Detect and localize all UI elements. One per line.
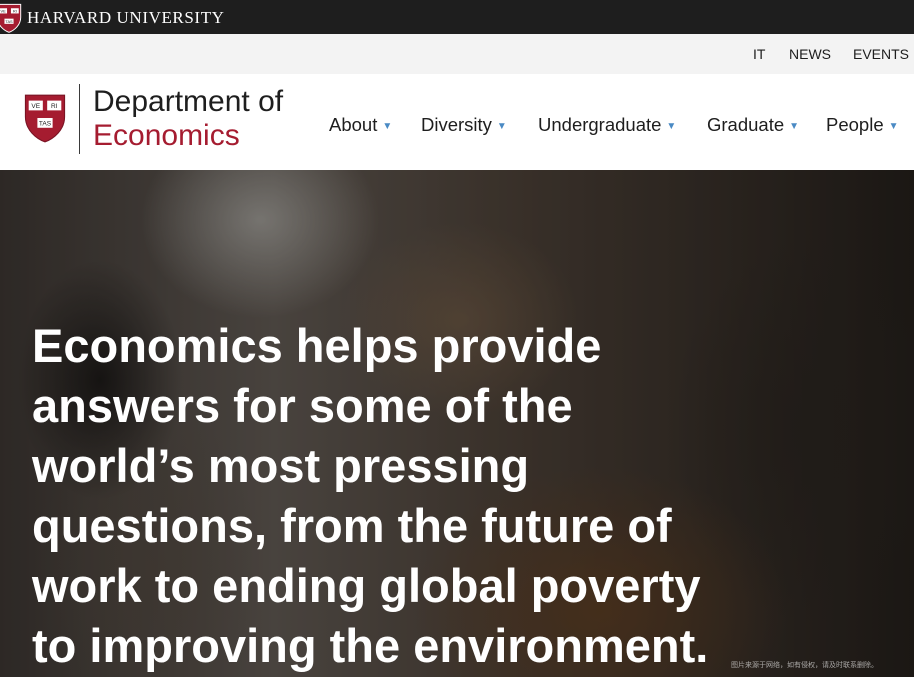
hero-line: Economics helps provide	[32, 319, 602, 372]
hero-line: answers for some of the	[32, 379, 573, 432]
hero-line: questions, from the future of	[32, 499, 672, 552]
nav-item-undergraduate[interactable]: Undergraduate ▼	[538, 114, 676, 136]
utility-link-news[interactable]: NEWS	[789, 46, 831, 62]
utility-nav: IT NEWS EVENTS	[0, 34, 914, 74]
hero-banner: Economics helps provide answers for some…	[0, 170, 914, 677]
caret-down-icon: ▼	[382, 121, 393, 132]
caret-down-icon: ▼	[666, 121, 677, 132]
nav-item-label: Undergraduate	[538, 114, 662, 135]
site-header: VE RI TAS Department of Economics About ▼…	[0, 74, 914, 170]
hero-line: work to ending global poverty	[32, 559, 701, 612]
caret-down-icon: ▼	[888, 121, 899, 132]
department-title-line2[interactable]: Economics	[93, 119, 240, 153]
svg-text:VE: VE	[1, 8, 7, 13]
nav-item-diversity[interactable]: Diversity ▼	[421, 114, 507, 136]
nav-item-label: People	[826, 114, 884, 135]
department-title-line1[interactable]: Department of	[93, 85, 283, 119]
image-credit: 图片来源于网络，如有侵权，请及时联系删除。	[731, 662, 878, 669]
nav-item-label: Diversity	[421, 114, 492, 135]
hero-line: world’s most pressing	[32, 439, 530, 492]
nav-item-label: About	[329, 114, 378, 135]
svg-text:RI: RI	[13, 8, 17, 13]
utility-link-it[interactable]: IT	[753, 46, 765, 62]
svg-text:TAS: TAS	[5, 19, 13, 24]
nav-item-label: Graduate	[707, 114, 785, 135]
hero-line: to improving the environment.	[32, 619, 709, 672]
svg-text:TAS: TAS	[39, 121, 52, 128]
nav-item-people[interactable]: People ▼	[826, 114, 899, 136]
harvard-shield-icon[interactable]: VE RI TAS	[0, 3, 22, 33]
svg-text:VE: VE	[31, 103, 40, 110]
caret-down-icon: ▼	[789, 121, 800, 132]
utility-link-events[interactable]: EVENTS	[853, 46, 909, 62]
department-shield-icon[interactable]: VE RI TAS	[23, 93, 67, 143]
caret-down-icon: ▼	[496, 121, 507, 132]
hero-headline: Economics helps provide answers for some…	[32, 316, 772, 676]
university-bar: VE RI TAS HARVARD UNIVERSITY	[0, 0, 914, 34]
nav-item-graduate[interactable]: Graduate ▼	[707, 114, 799, 136]
svg-text:RI: RI	[51, 103, 58, 110]
nav-item-about[interactable]: About ▼	[329, 114, 392, 136]
university-name-link[interactable]: HARVARD UNIVERSITY	[27, 8, 225, 28]
header-divider	[79, 84, 80, 154]
